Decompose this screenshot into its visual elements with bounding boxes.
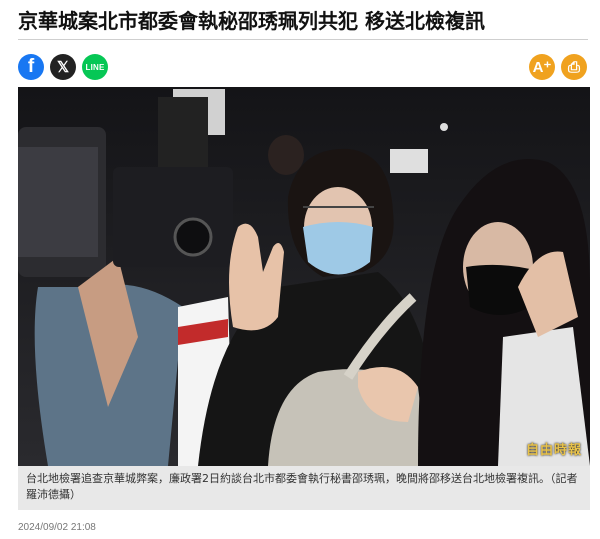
- font-size-icon: A⁺: [532, 59, 552, 76]
- publish-timestamp: 2024/09/02 21:08: [18, 522, 96, 533]
- font-size-button[interactable]: A⁺: [529, 54, 555, 80]
- photo-watermark: 自由時報: [525, 443, 582, 458]
- x-share-button[interactable]: 𝕏: [50, 54, 76, 80]
- x-icon: 𝕏: [56, 59, 70, 76]
- article-tools: A⁺ ⎙: [529, 54, 587, 80]
- news-photo: 自由時報: [18, 87, 590, 466]
- line-icon: LINE: [85, 62, 105, 72]
- photo-caption: 台北地檢署追查京華城弊案，廉政署2日約談台北市都委會執行秘書邵琇珮，晚間將邵移送…: [18, 466, 590, 510]
- article-headline: 京華城案北市都委會執秘邵琇珮列共犯 移送北檢複訊: [18, 9, 485, 33]
- print-icon: ⎙: [567, 58, 580, 76]
- headline-divider: [18, 39, 588, 40]
- facebook-icon: f: [27, 56, 35, 77]
- facebook-share-button[interactable]: f: [18, 54, 44, 80]
- share-buttons: f 𝕏 LINE: [18, 54, 108, 80]
- news-photo-scene: [18, 87, 590, 466]
- print-button[interactable]: ⎙: [561, 54, 587, 80]
- line-share-button[interactable]: LINE: [82, 54, 108, 80]
